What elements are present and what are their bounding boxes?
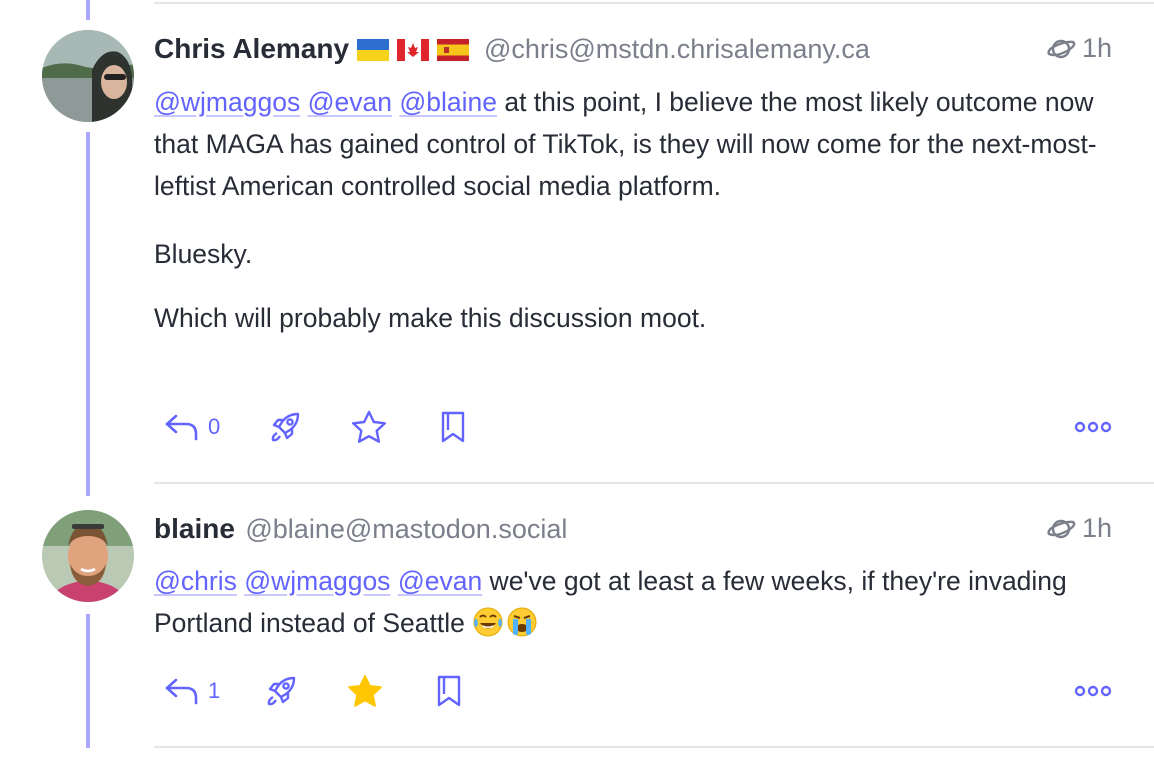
globe-icon bbox=[1047, 519, 1076, 538]
boost-button[interactable] bbox=[264, 666, 300, 716]
reply-button[interactable]: 1 bbox=[164, 666, 220, 716]
post-divider bbox=[154, 746, 1154, 748]
account-handle[interactable]: @blaine@mastodon.social bbox=[245, 514, 567, 544]
mention-link[interactable]: @evan bbox=[398, 566, 482, 596]
display-name[interactable]: blaine bbox=[154, 513, 235, 544]
post-actions: 1 bbox=[154, 666, 1112, 716]
star-icon bbox=[352, 410, 386, 443]
post-time: 1h bbox=[1081, 513, 1112, 543]
mention-link[interactable]: @blaine bbox=[399, 87, 497, 117]
tears-of-joy-emoji-icon bbox=[473, 607, 503, 637]
post-header: Chris Alemany @chris@mstdn.chrisalemany.… bbox=[154, 33, 1112, 73]
more-button[interactable] bbox=[1074, 666, 1112, 716]
status-post[interactable]: Chris Alemany @chris@mstdn.chrisalemany.… bbox=[154, 33, 1112, 339]
post-actions: 0 bbox=[154, 402, 1112, 452]
status-post[interactable]: blaine @blaine@mastodon.social 1h @chris… bbox=[154, 513, 1112, 644]
flags bbox=[357, 39, 470, 61]
post-time: 1h bbox=[1081, 33, 1112, 63]
favourite-button[interactable] bbox=[350, 402, 388, 452]
rocket-icon bbox=[271, 412, 300, 442]
post-divider bbox=[154, 2, 1154, 4]
post-meta[interactable]: 1h bbox=[1046, 33, 1112, 64]
reply-icon bbox=[165, 414, 198, 441]
bookmark-icon bbox=[437, 675, 461, 707]
bookmark-icon bbox=[441, 411, 465, 443]
more-icon bbox=[1074, 685, 1112, 697]
rocket-icon bbox=[267, 676, 296, 706]
thread-line bbox=[86, 0, 90, 20]
crying-emoji-icon bbox=[507, 607, 537, 637]
post-content: @wjmaggos @evan @blaine at this point, I… bbox=[154, 81, 1112, 339]
bookmark-button[interactable] bbox=[436, 666, 462, 716]
mention-link[interactable]: @wjmaggos bbox=[154, 87, 300, 117]
post-header: blaine @blaine@mastodon.social 1h bbox=[154, 513, 1112, 553]
mention-link[interactable]: @wjmaggos bbox=[244, 566, 390, 596]
globe-icon bbox=[1047, 39, 1076, 58]
reply-count: 0 bbox=[208, 414, 221, 439]
ukraine-flag-icon bbox=[357, 39, 390, 61]
reply-button[interactable]: 0 bbox=[164, 402, 220, 452]
post-paragraph: Which will probably make this discussion… bbox=[154, 303, 707, 333]
post-meta[interactable]: 1h bbox=[1046, 513, 1112, 544]
display-name[interactable]: Chris Alemany bbox=[154, 33, 349, 64]
more-icon bbox=[1074, 421, 1112, 433]
boost-button[interactable] bbox=[268, 402, 304, 452]
post-content: @chris @wjmaggos @evan we've got at leas… bbox=[154, 560, 1112, 644]
account-handle[interactable]: @chris@mstdn.chrisalemany.ca bbox=[484, 34, 870, 64]
thread-line bbox=[86, 132, 90, 496]
post-divider bbox=[154, 482, 1154, 484]
spain-flag-icon bbox=[437, 39, 470, 61]
reply-count: 1 bbox=[208, 678, 221, 703]
thread-line bbox=[86, 614, 90, 748]
canada-flag-icon bbox=[397, 39, 430, 61]
bookmark-button[interactable] bbox=[440, 402, 466, 452]
reply-icon bbox=[165, 678, 198, 705]
star-icon bbox=[348, 675, 382, 707]
avatar[interactable] bbox=[42, 510, 134, 602]
mention-link[interactable]: @chris bbox=[154, 566, 237, 596]
post-paragraph: Bluesky. bbox=[154, 239, 253, 269]
favourite-button[interactable] bbox=[346, 666, 384, 716]
avatar[interactable] bbox=[42, 30, 134, 122]
mention-link[interactable]: @evan bbox=[308, 87, 392, 117]
more-button[interactable] bbox=[1074, 402, 1112, 452]
